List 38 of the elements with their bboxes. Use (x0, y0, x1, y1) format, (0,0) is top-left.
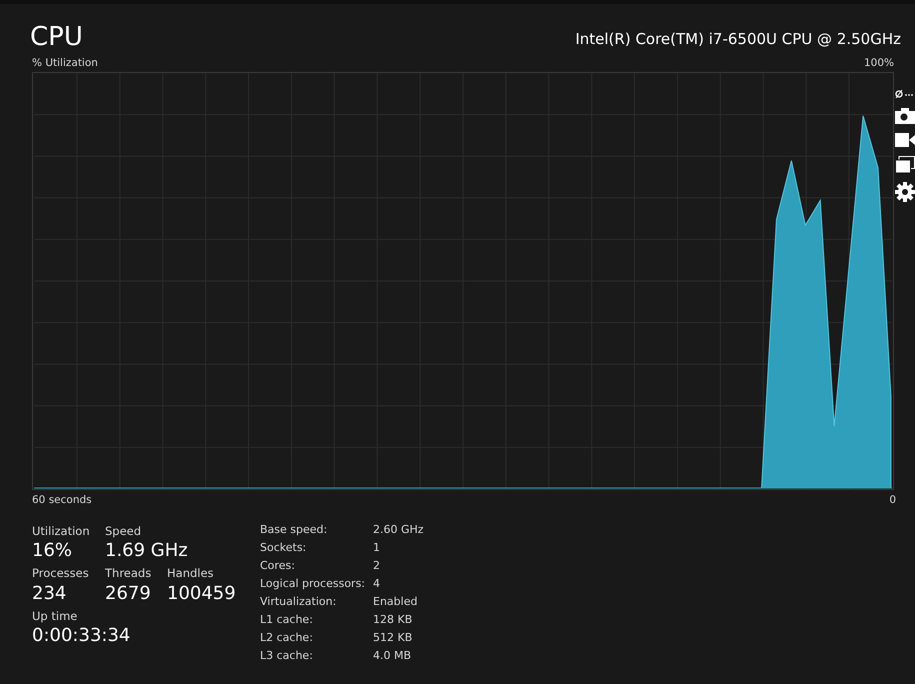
stat-label: Up time (32, 608, 78, 626)
detail-label: L1 cache: (260, 612, 313, 628)
detail-label: L3 cache: (260, 648, 313, 664)
stat-value: 2679 (105, 582, 151, 604)
detail-label: Base speed: (260, 522, 328, 538)
detail-value: 4 (373, 576, 380, 592)
windows-icon[interactable] (895, 156, 915, 174)
video-camera-icon[interactable] (895, 132, 915, 148)
axis-label: 60 seconds (32, 492, 92, 508)
detail-value: Enabled (373, 594, 418, 610)
axis-label: 0 (889, 492, 896, 508)
axis-label: % Utilization (32, 56, 98, 71)
detail-label: L2 cache: (260, 630, 313, 646)
stat-value: 100459 (167, 582, 236, 604)
detail-label: Cores: (260, 558, 295, 574)
processor-name: Intel(R) Core(TM) i7-6500U CPU @ 2.50GHz (575, 28, 901, 50)
camera-icon[interactable] (895, 108, 915, 124)
stat-label: Processes (32, 565, 89, 582)
detail-value: 128 KB (373, 612, 412, 628)
detail-value: 2 (373, 558, 380, 574)
detail-value: 512 KB (373, 630, 412, 646)
detail-value: 4.0 MB (373, 648, 412, 664)
detail-value: 1 (373, 540, 380, 556)
detail-label: Virtualization: (260, 594, 336, 610)
stat-label: Speed (105, 522, 142, 540)
detail-value: 2.60 GHz (373, 522, 424, 538)
stat-value: 1.69 GHz (105, 540, 188, 562)
panel-title: CPU (30, 24, 83, 50)
detail-label: Sockets: (260, 540, 306, 556)
stat-value: 0:00:33:34 (32, 625, 130, 648)
axis-label: 100% (864, 56, 894, 71)
detail-label: Logical processors: (260, 576, 366, 592)
stat-label: Threads (105, 565, 152, 582)
stat-label: Handles (167, 565, 214, 582)
settings-icon[interactable] (895, 182, 915, 202)
stat-label: Utilization (32, 522, 90, 540)
stat-value: 234 (32, 582, 66, 604)
stat-value: 16% (32, 540, 72, 562)
